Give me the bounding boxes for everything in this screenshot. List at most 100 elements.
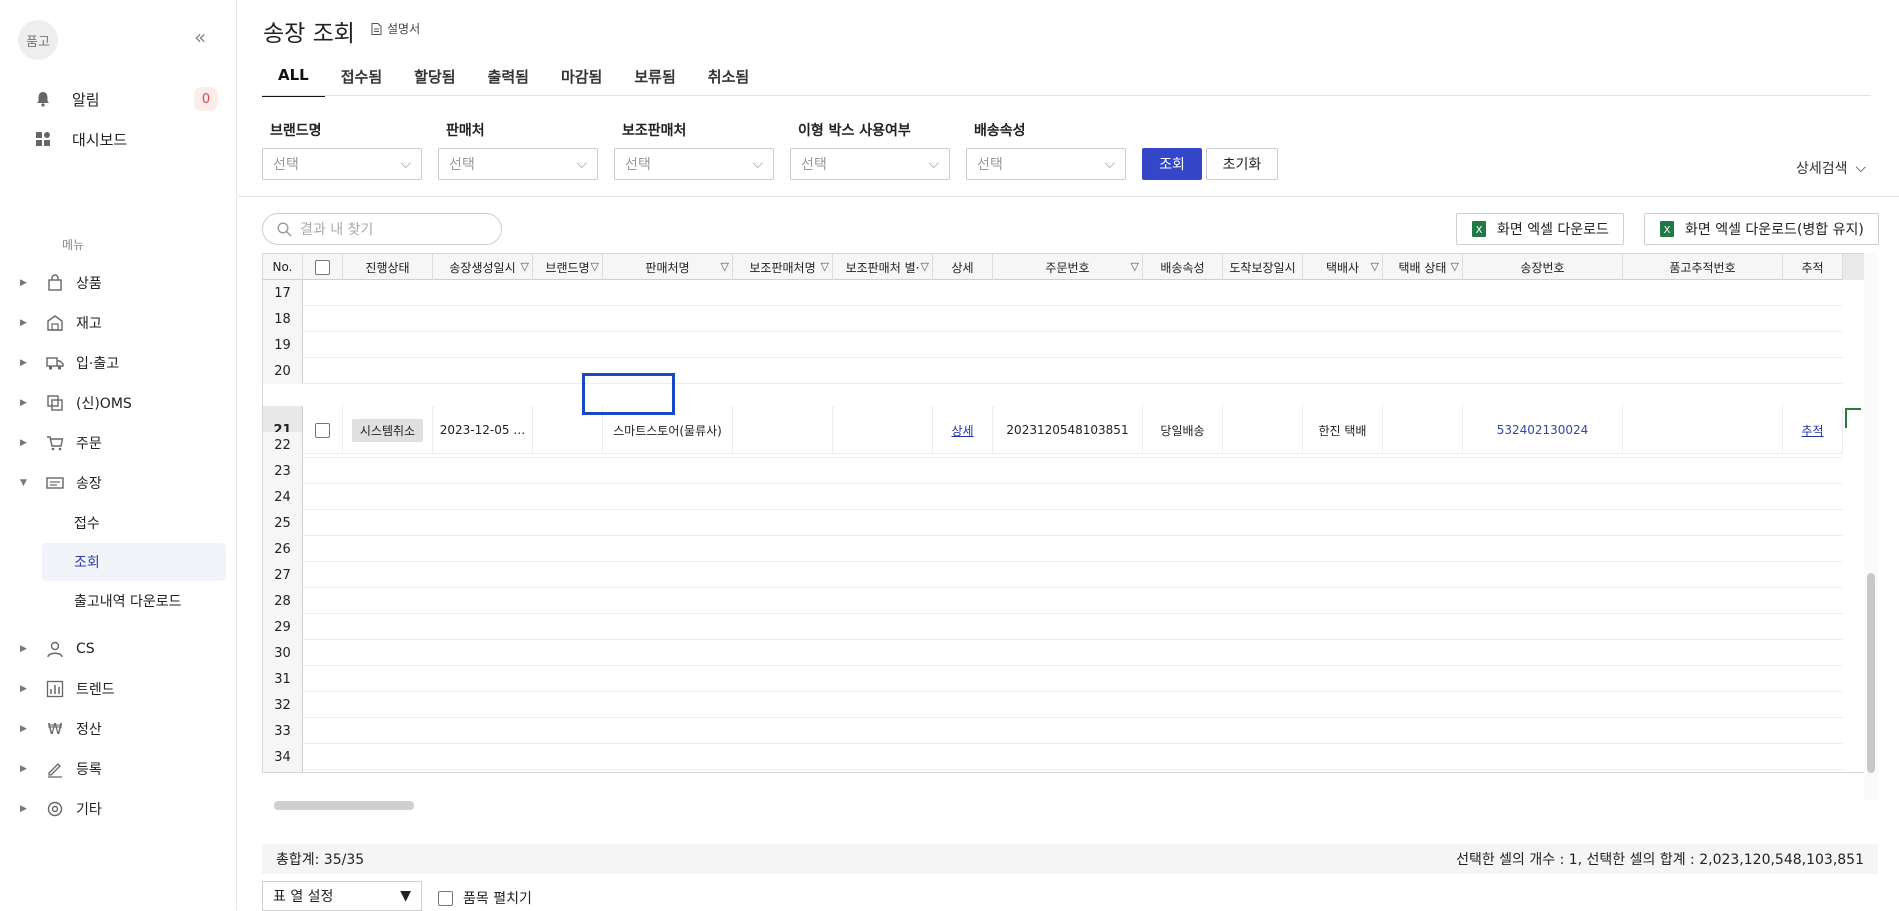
sidebar-item-label: 상품 (76, 276, 102, 292)
sidebar-item-orders[interactable]: ▶ 주문 (20, 429, 220, 457)
table-row[interactable]: 19 (263, 332, 1843, 358)
table-row[interactable]: 27 (263, 562, 1843, 588)
expand-items-checkbox[interactable] (438, 890, 453, 906)
sidebar-item-cs[interactable]: ▶ CS (20, 635, 220, 663)
sidebar-item-inventory[interactable]: ▶ 재고 (20, 309, 220, 337)
sidebar-item-dashboard[interactable]: 대시보드 (32, 124, 222, 154)
sidebar-item-products[interactable]: ▶ 상품 (20, 269, 220, 297)
search-button[interactable]: 조회 (1142, 148, 1202, 180)
tab-cancelled[interactable]: 취소됨 (692, 62, 765, 97)
table-row[interactable]: 22 (263, 432, 1843, 458)
tab-received[interactable]: 접수됨 (325, 62, 398, 97)
collapse-sidebar-icon[interactable]: « (194, 27, 214, 48)
table-row[interactable]: 18 (263, 306, 1843, 332)
reset-button[interactable]: 초기화 (1206, 148, 1278, 180)
header-created[interactable]: 송장생성일시 ▽ (433, 254, 533, 280)
sidebar-item-etc[interactable]: ▶ 기타 (20, 795, 220, 823)
caret-right-icon: ▶ (20, 278, 27, 288)
table-row[interactable]: 23 (263, 458, 1843, 484)
table-row[interactable]: 32 (263, 692, 1843, 718)
table-row[interactable]: 28 (263, 588, 1843, 614)
sidebar-item-label: 대시보드 (72, 130, 128, 149)
sidebar-item-invoice[interactable]: ▼ 송장 (20, 469, 220, 497)
detail-search-toggle[interactable]: 상세검색 ⌵ (1796, 158, 1866, 178)
table-row[interactable]: 20 (263, 358, 1843, 384)
header-sub-seller[interactable]: 보조판매처명 ▽ (733, 254, 833, 280)
sidebar-item-inbound-outbound[interactable]: ▶ 입·출고 (20, 349, 220, 377)
filter-icon[interactable]: ▽ (1451, 260, 1459, 273)
shipping-type-select[interactable]: 선택 ⌵ (966, 148, 1126, 180)
header-select-all[interactable] (303, 254, 343, 280)
table-row[interactable]: 24 (263, 484, 1843, 510)
sidebar-item-trend[interactable]: ▶ 트렌드 (20, 675, 220, 703)
chevron-down-icon: ⌵ (1855, 160, 1867, 176)
header-seller[interactable]: 판매처명 ▽ (603, 254, 733, 280)
table-row[interactable]: 26 (263, 536, 1843, 562)
header-tracking-no[interactable]: 품고추적번호 (1623, 254, 1783, 280)
header-arrival-date[interactable]: 도착보장일시 (1223, 254, 1303, 280)
chevron-down-icon: ⌵ (928, 156, 939, 172)
sidebar-item-notifications[interactable]: 알림 0 (32, 84, 222, 114)
tab-closed[interactable]: 마감됨 (545, 62, 618, 97)
vertical-scrollbar[interactable] (1864, 253, 1878, 800)
sidebar-item-register[interactable]: ▶ 등록 (20, 755, 220, 783)
filter-icon[interactable]: ▽ (521, 260, 529, 273)
sidebar-subitem-receipt[interactable]: 접수 (42, 504, 226, 542)
expand-items-label: 품목 펼치기 (463, 891, 532, 907)
table-row[interactable]: 31 (263, 666, 1843, 692)
excel-download-button[interactable]: X 화면 엑셀 다운로드 (1456, 213, 1624, 245)
header-shipping-type[interactable]: 배송속성 (1143, 254, 1223, 280)
filter-icon[interactable]: ▽ (1131, 260, 1139, 273)
filter-icon[interactable]: ▽ (591, 260, 599, 273)
filter-brand: 브랜드명 선택 ⌵ (262, 120, 422, 180)
sidebar-subitem-lookup[interactable]: 조회 (42, 543, 226, 581)
header-sub-seller-alias[interactable]: 보조판매처 별· ▽ (833, 254, 933, 280)
table-row[interactable]: 30 (263, 640, 1843, 666)
seller-select[interactable]: 선택 ⌵ (438, 148, 598, 180)
table-row[interactable]: 35 (263, 770, 1843, 772)
manual-link[interactable]: 설명서 (371, 20, 420, 37)
excel-download-merge-button[interactable]: X 화면 엑셀 다운로드(병합 유지) (1644, 213, 1879, 245)
odd-box-select[interactable]: 선택 ⌵ (790, 148, 950, 180)
filter-icon[interactable]: ▽ (821, 260, 829, 273)
notification-badge: 0 (194, 87, 218, 111)
tab-assigned[interactable]: 할당됨 (398, 62, 471, 97)
row-number: 25 (263, 510, 303, 536)
expand-items-toggle[interactable]: 품목 펼치기 (438, 888, 532, 908)
column-settings-select[interactable]: 표 열 설정 ▼ (262, 881, 422, 911)
select-all-checkbox[interactable] (315, 259, 330, 275)
sidebar-item-oms[interactable]: ▶ (신)OMS (20, 389, 220, 417)
chevron-down-icon: ⌵ (1104, 156, 1115, 172)
table-row[interactable]: 29 (263, 614, 1843, 640)
excel-download-merge-label: 화면 엑셀 다운로드(병합 유지) (1685, 222, 1864, 238)
sidebar-subitem-shipment-download[interactable]: 출고내역 다운로드 (42, 582, 226, 620)
header-order-no[interactable]: 주문번호 ▽ (993, 254, 1143, 280)
filter-icon[interactable]: ▽ (721, 260, 729, 273)
tab-printed[interactable]: 출력됨 (472, 62, 545, 97)
table-row[interactable]: 25 (263, 510, 1843, 536)
avatar[interactable]: 품고 (18, 20, 58, 60)
table-row[interactable]: 34 (263, 744, 1843, 770)
header-carrier[interactable]: 택배사 ▽ (1303, 254, 1383, 280)
header-brand[interactable]: 브랜드명 ▽ (533, 254, 603, 280)
header-invoice-no[interactable]: 송장번호 (1463, 254, 1623, 280)
row-number: 26 (263, 536, 303, 562)
header-carrier-status[interactable]: 택배 상태 ▽ (1383, 254, 1463, 280)
tab-all[interactable]: ALL (262, 62, 325, 97)
scrollbar-thumb[interactable] (274, 801, 414, 810)
caret-right-icon: ▶ (20, 684, 27, 694)
header-status[interactable]: 진행상태 (343, 254, 433, 280)
filter-icon[interactable]: ▽ (1371, 260, 1379, 273)
brand-select[interactable]: 선택 ⌵ (262, 148, 422, 180)
horizontal-scrollbar[interactable] (262, 798, 1868, 812)
table-row[interactable]: 17 (263, 280, 1843, 306)
filter-icon[interactable]: ▽ (921, 260, 929, 273)
select-placeholder: 선택 (977, 157, 1003, 173)
tab-held[interactable]: 보류됨 (618, 62, 691, 97)
select-placeholder: 선택 (273, 157, 299, 173)
table-row[interactable]: 33 (263, 718, 1843, 744)
search-in-results-input[interactable]: 결과 내 찾기 (262, 213, 502, 245)
sub-seller-select[interactable]: 선택 ⌵ (614, 148, 774, 180)
scrollbar-thumb[interactable] (1867, 573, 1875, 773)
sidebar-item-settlement[interactable]: ▶ ₩ 정산 (20, 715, 220, 743)
